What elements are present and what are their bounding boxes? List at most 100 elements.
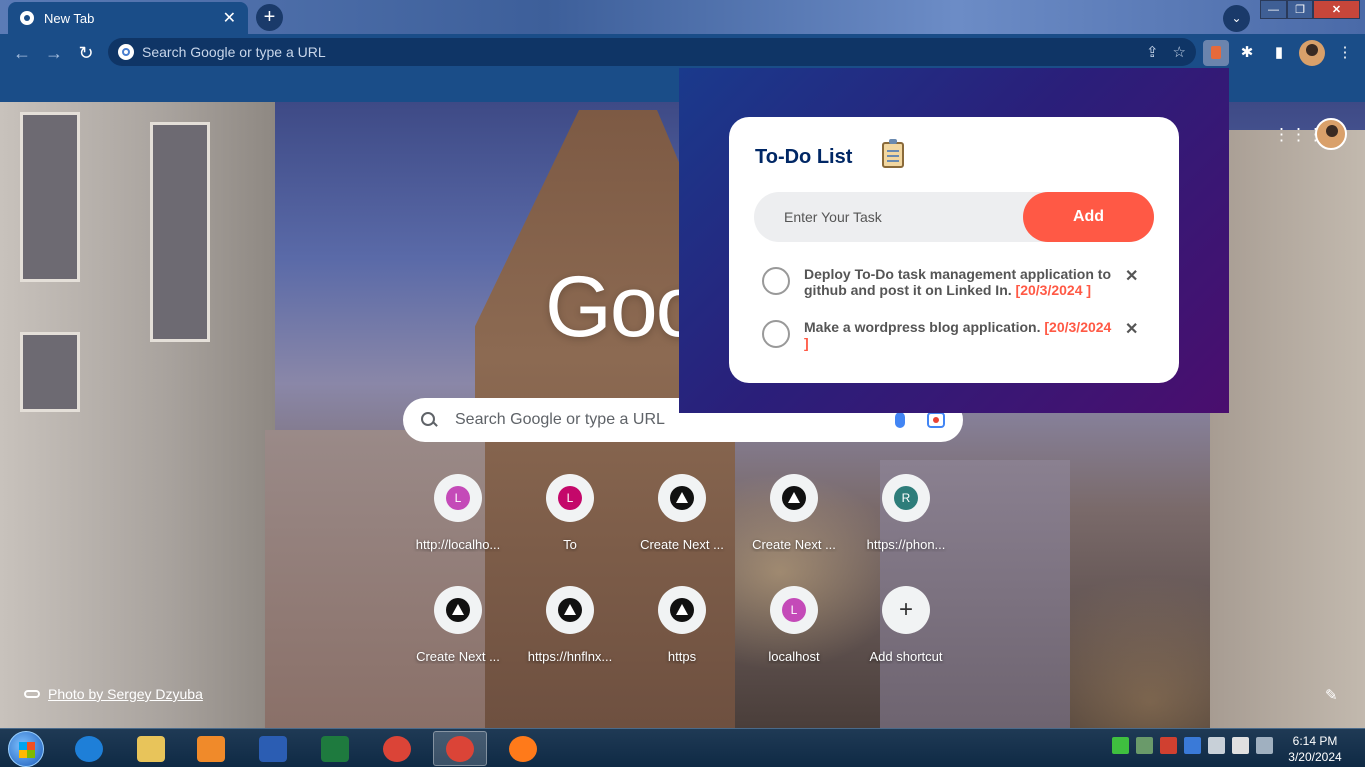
taskbar-excel-button[interactable] <box>308 731 362 766</box>
customize-pencil-icon[interactable]: ✎ <box>1325 686 1338 704</box>
shortcut-label: localhost <box>768 649 820 664</box>
shortcut-icon-circle <box>434 586 482 634</box>
back-button[interactable]: ← <box>8 42 36 64</box>
tab-close-icon[interactable]: ✕ <box>223 8 236 28</box>
minimize-button[interactable]: — <box>1260 0 1287 19</box>
taskbar-chrome-button[interactable] <box>370 731 424 766</box>
shortcut-tile[interactable]: Create Next ... <box>626 474 738 586</box>
shortcut-letter-icon: R <box>894 486 918 510</box>
tab-search-button[interactable]: ⌄ <box>1223 5 1250 32</box>
photo-credit-link[interactable]: Photo by Sergey Dzyuba <box>24 686 203 702</box>
bookmark-star-icon[interactable]: ☆ <box>1173 43 1186 61</box>
media-player-icon <box>197 735 225 762</box>
taskbar-word-button[interactable] <box>246 731 300 766</box>
shortcut-label: https://phon... <box>866 537 946 552</box>
shortcut-letter-icon: L <box>558 486 582 510</box>
task-text: Make a wordpress blog application. [20/3… <box>804 319 1112 351</box>
clipboard-icon <box>882 139 904 168</box>
task-text: Deploy To-Do task management application… <box>804 266 1112 298</box>
shortcut-icon-circle <box>546 586 594 634</box>
shortcut-tile[interactable]: https <box>626 586 738 698</box>
shortcut-label: To <box>563 537 577 552</box>
file-explorer-icon <box>137 735 165 762</box>
forward-button[interactable]: → <box>40 42 68 64</box>
tray-app-icon[interactable] <box>1184 737 1201 754</box>
chrome-active-icon <box>446 735 474 762</box>
extensions-puzzle-icon[interactable]: ✱ <box>1234 40 1260 66</box>
maximize-button[interactable]: ❐ <box>1287 0 1313 19</box>
google-apps-icon[interactable]: ⋮⋮⋮ <box>1273 124 1324 146</box>
new-tab-button[interactable]: + <box>256 4 283 31</box>
shortcut-label: Add shortcut <box>869 649 943 664</box>
shortcut-tile[interactable]: https://hnflnx... <box>514 586 626 698</box>
close-window-button[interactable]: ✕ <box>1313 0 1360 19</box>
internet-explorer-icon <box>75 735 103 762</box>
shortcut-icon-circle: R <box>882 474 930 522</box>
security-icon[interactable] <box>1232 737 1249 754</box>
mute-warning-icon[interactable] <box>1160 737 1177 754</box>
voice-search-mic-icon[interactable] <box>895 412 905 428</box>
shortcut-tile[interactable]: + Add shortcut <box>850 586 962 698</box>
shortcut-label: https <box>667 649 697 664</box>
taskbar-firefox-button[interactable] <box>496 731 550 766</box>
signal-bars-icon[interactable] <box>1256 737 1273 754</box>
shortcut-label: http://localho... <box>415 537 501 552</box>
shortcut-icon-circle <box>770 474 818 522</box>
link-icon <box>24 690 40 698</box>
shortcut-tile[interactable]: Llocalhost <box>738 586 850 698</box>
address-bar[interactable]: Search Google or type a URL ⇪ ☆ <box>108 38 1196 66</box>
task-checkbox[interactable] <box>762 267 790 295</box>
background-building-left <box>0 102 275 728</box>
taskbar-file-explorer-button[interactable] <box>124 731 178 766</box>
shortcut-label: Create Next ... <box>416 649 500 664</box>
shortcut-tile[interactable]: Lhttp://localho... <box>402 474 514 586</box>
shortcut-tile[interactable]: Create Next ... <box>402 586 514 698</box>
shortcut-tile[interactable]: Rhttps://phon... <box>850 474 962 586</box>
todo-extension-popup: To-Do List Add Deploy To-Do task managem… <box>679 68 1229 413</box>
reload-button[interactable]: ↻ <box>72 42 100 64</box>
taskbar-chrome-active-button[interactable] <box>433 731 487 766</box>
chrome-menu-icon[interactable]: ⋮ <box>1332 40 1358 66</box>
volume-icon[interactable] <box>1208 737 1225 754</box>
start-button[interactable] <box>8 731 44 767</box>
shortcut-tile[interactable]: L To <box>514 474 626 586</box>
task-input[interactable] <box>754 192 1034 242</box>
task-checkbox[interactable] <box>762 320 790 348</box>
delete-task-icon[interactable]: ✕ <box>1125 266 1138 286</box>
shortcut-icon-circle <box>658 474 706 522</box>
clock-date: 3/20/2024 <box>1288 750 1342 764</box>
side-panel-icon[interactable]: ▮ <box>1266 40 1292 66</box>
shortcut-icon-circle <box>658 586 706 634</box>
vercel-triangle-icon <box>782 486 806 510</box>
todo-title: To-Do List <box>755 146 853 168</box>
network-signal-icon[interactable] <box>1112 737 1129 754</box>
network-icon[interactable] <box>1136 737 1153 754</box>
word-icon <box>259 735 287 762</box>
taskbar-internet-explorer-button[interactable] <box>62 731 116 766</box>
share-icon[interactable]: ⇪ <box>1146 43 1159 61</box>
google-lens-icon[interactable] <box>927 412 945 428</box>
tab-new-tab[interactable]: New Tab ✕ <box>8 2 248 34</box>
delete-task-icon[interactable]: ✕ <box>1125 319 1138 339</box>
taskbar-media-player-button[interactable] <box>184 731 238 766</box>
plus-icon: + <box>898 596 913 623</box>
add-task-button[interactable]: Add <box>1023 192 1154 242</box>
profile-avatar[interactable] <box>1299 40 1325 66</box>
shortcut-tile[interactable]: Create Next ... <box>738 474 850 586</box>
clock-time: 6:14 PM <box>1292 734 1338 748</box>
shortcut-letter-icon: L <box>446 486 470 510</box>
vercel-triangle-icon <box>670 486 694 510</box>
chrome-icon <box>383 735 411 762</box>
address-bar-placeholder: Search Google or type a URL <box>142 44 326 60</box>
task-input-row: Add <box>754 192 1154 242</box>
shortcut-label: https://hnflnx... <box>527 649 613 664</box>
ntp-profile-avatar[interactable] <box>1315 118 1347 150</box>
shortcut-icon-circle: + <box>882 586 930 634</box>
vercel-triangle-icon <box>558 598 582 622</box>
todo-card: To-Do List Add Deploy To-Do task managem… <box>729 117 1179 383</box>
excel-icon <box>321 735 349 762</box>
shortcut-label: Create Next ... <box>752 537 836 552</box>
taskbar-clock[interactable]: 6:14 PM 3/20/2024 <box>1280 733 1350 765</box>
shortcut-letter-icon: L <box>782 598 806 622</box>
todo-extension-icon[interactable] <box>1203 40 1229 66</box>
